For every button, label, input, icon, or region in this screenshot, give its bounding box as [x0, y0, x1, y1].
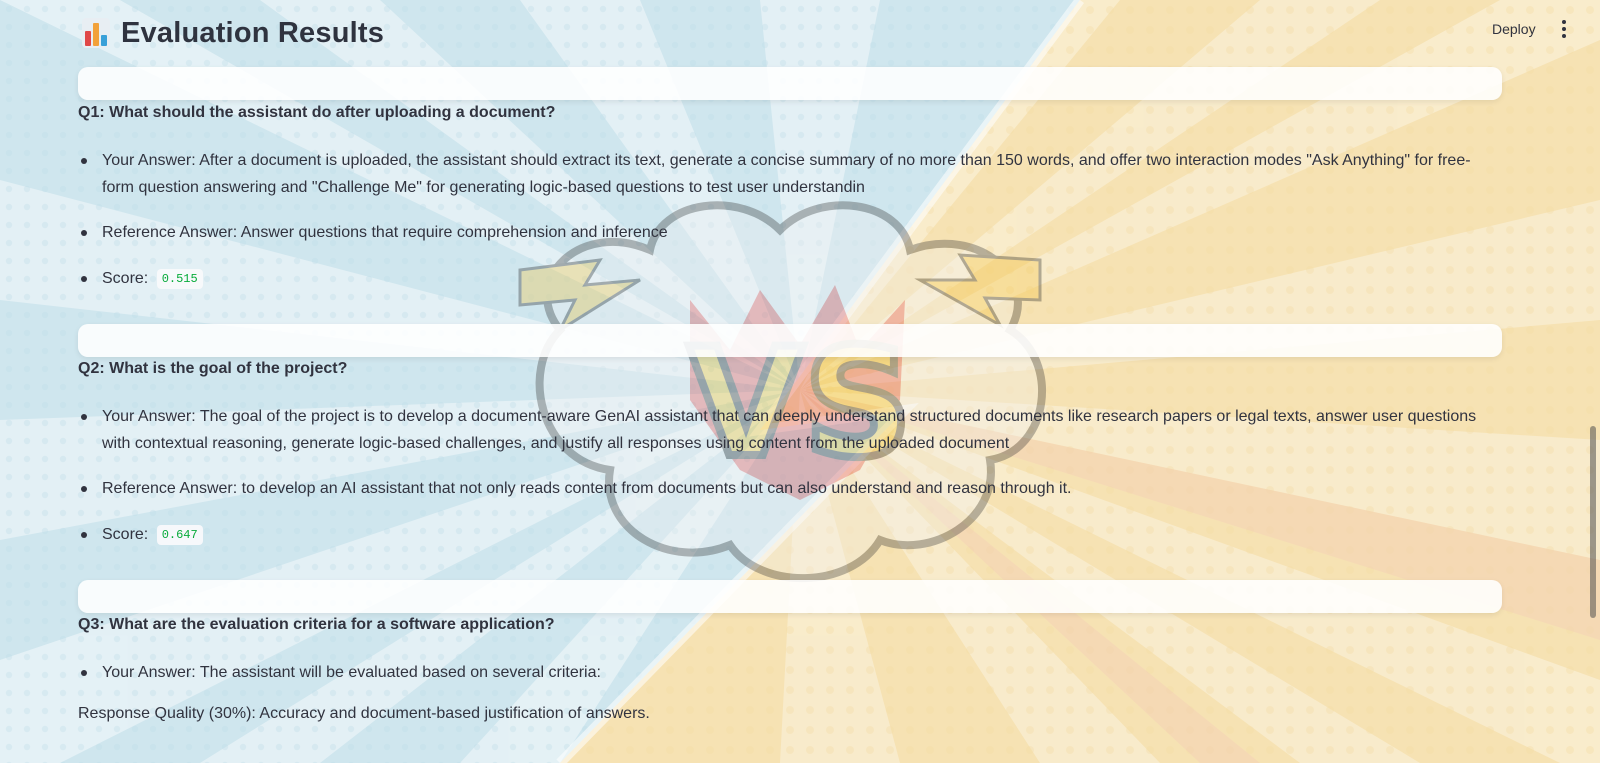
your-answer-text-3: Your Answer: The assistant will be evalu…	[102, 664, 601, 681]
criteria-paragraph: Response Quality (30%): Accuracy and doc…	[78, 705, 650, 722]
bullet-dot	[81, 486, 87, 492]
title-wrap: Evaluation Results	[81, 14, 384, 52]
bar-chart-icon	[81, 17, 111, 49]
bullet-dot	[81, 670, 87, 676]
your-answer-text-1: Your Answer: After a document is uploade…	[102, 152, 1471, 196]
bullet-dot	[81, 532, 87, 538]
question-2: Q2: What is the goal of the project?	[78, 360, 348, 377]
score-label-2: Score:	[102, 526, 149, 543]
bullet-dot	[81, 414, 87, 420]
score-value-2: 0.647	[156, 525, 203, 545]
scrollbar-thumb[interactable]	[1590, 426, 1596, 618]
result-card-1	[78, 67, 1502, 100]
score-label-1: Score:	[102, 270, 149, 287]
result-card-2	[78, 324, 1502, 357]
question-1: Q1: What should the assistant do after u…	[78, 104, 556, 121]
bullet-dot	[81, 230, 87, 236]
page-title: Evaluation Results	[121, 17, 385, 49]
bullet-dot	[81, 158, 87, 164]
deploy-button[interactable]: Deploy	[1482, 16, 1546, 42]
reference-answer-text-1: Reference Answer: Answer questions that …	[102, 224, 668, 241]
result-card-3	[78, 580, 1502, 613]
score-value-1: 0.515	[156, 269, 203, 289]
bullet-dot	[81, 276, 87, 282]
reference-answer-text-2: Reference Answer: to develop an AI assis…	[102, 480, 1072, 497]
vertical-dots-icon[interactable]	[1554, 18, 1574, 40]
your-answer-text-2: Your Answer: The goal of the project is …	[102, 408, 1477, 452]
question-3: Q3: What are the evaluation criteria for…	[78, 616, 555, 633]
page-scrollbar[interactable]	[1586, 0, 1600, 763]
app-header: Evaluation Results Deploy	[0, 0, 1600, 64]
